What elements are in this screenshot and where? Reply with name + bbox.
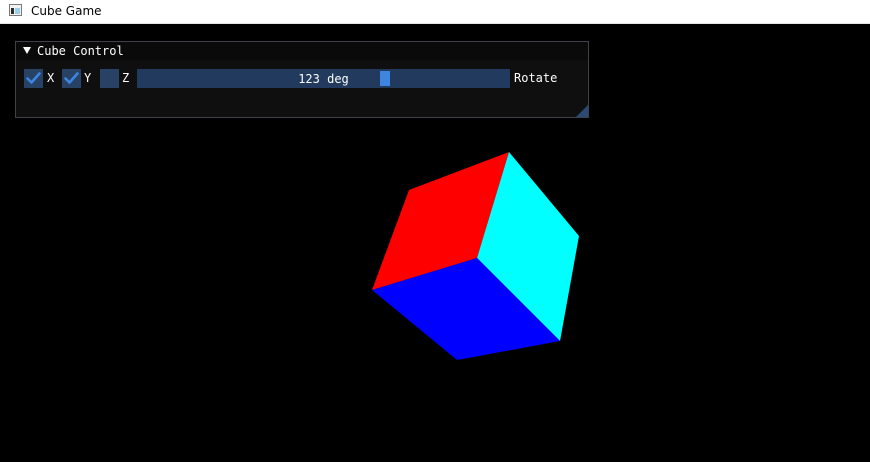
panel-title: Cube Control xyxy=(37,44,124,58)
window-title: Cube Game xyxy=(31,4,102,18)
checkbox-z-label[interactable]: Z xyxy=(122,70,129,86)
checkbox-z[interactable] xyxy=(100,69,119,88)
title-bar[interactable]: Cube Game xyxy=(0,0,870,24)
checkbox-x-label[interactable]: X xyxy=(47,70,54,86)
checkbox-y[interactable] xyxy=(62,69,81,88)
rotate-slider-label: Rotate xyxy=(514,71,558,85)
check-icon xyxy=(64,72,79,84)
cube-control-panel: Cube Control X Y Z 123 deg Rotate xyxy=(15,41,589,118)
app-window-icon xyxy=(9,4,22,16)
app-window: Cube Game Cube Control X Y Z 123 deg Rot… xyxy=(0,0,870,462)
panel-header[interactable]: Cube Control xyxy=(16,42,588,60)
rotate-slider[interactable]: 123 deg xyxy=(137,69,510,88)
triangle-down-icon[interactable] xyxy=(23,47,31,54)
check-icon xyxy=(26,72,41,84)
checkbox-x[interactable] xyxy=(24,69,43,88)
checkbox-y-label[interactable]: Y xyxy=(84,70,91,86)
slider-value-text: 123 deg xyxy=(298,72,349,86)
resize-grip-icon[interactable] xyxy=(576,105,588,117)
